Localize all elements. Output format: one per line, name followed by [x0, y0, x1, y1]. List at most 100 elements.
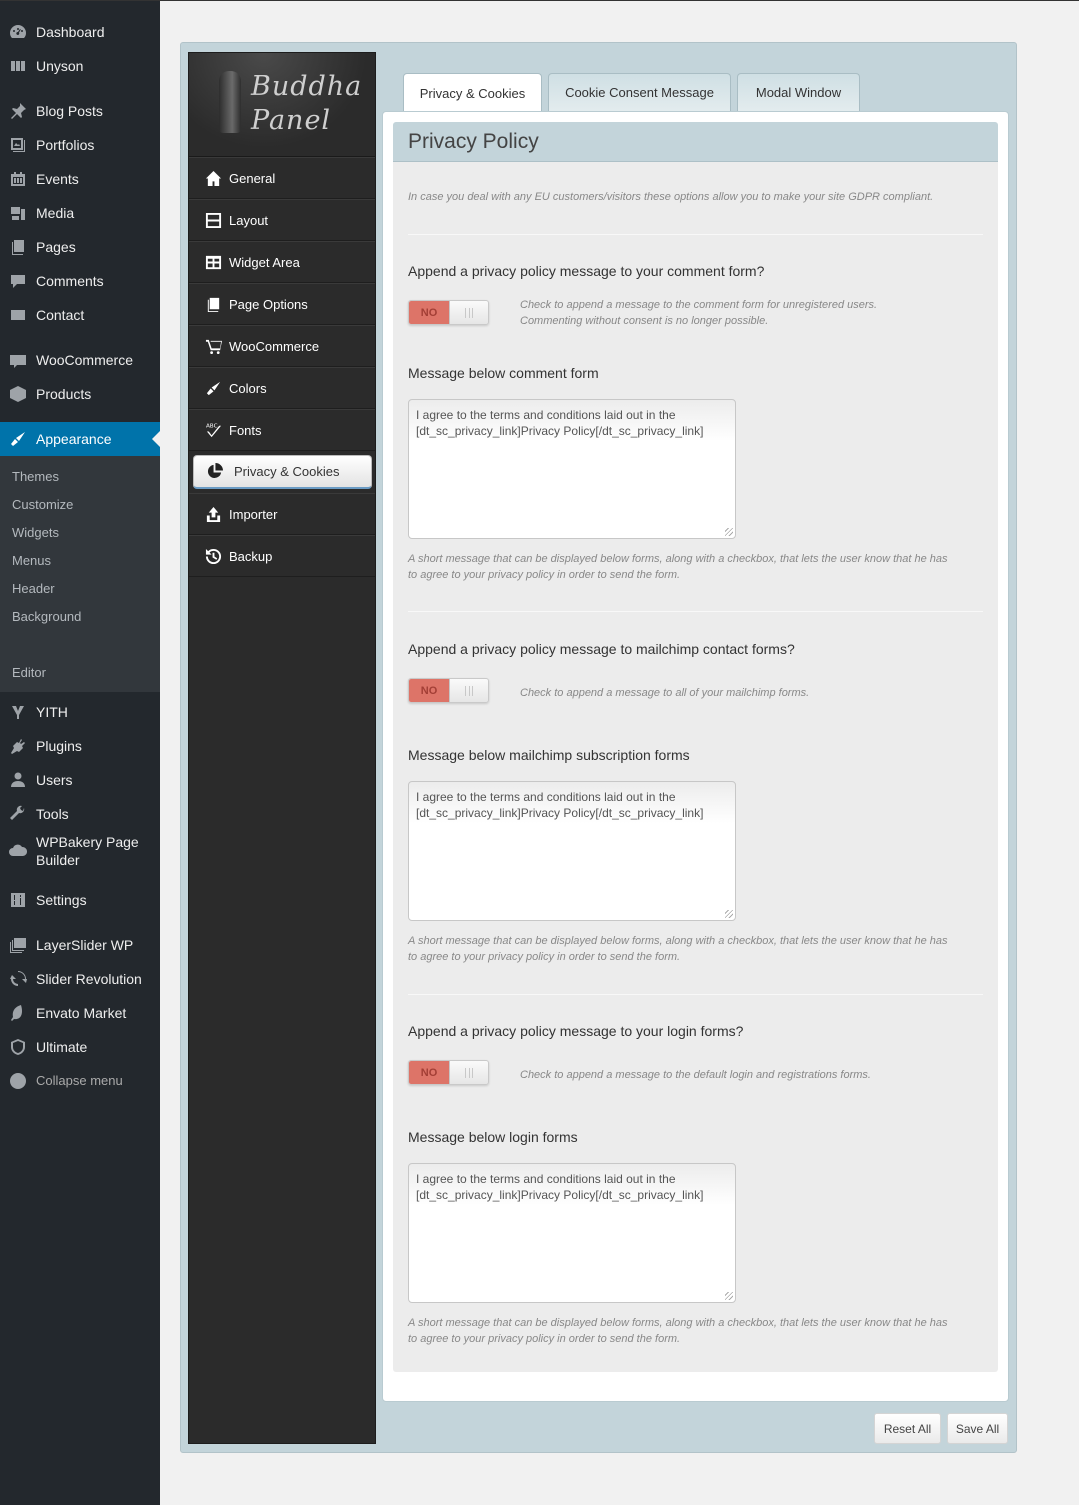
- submenu-header[interactable]: Header: [12, 581, 55, 596]
- section-header: Privacy Policy: [393, 122, 998, 162]
- help-line: A short message that can be displayed be…: [408, 553, 948, 565]
- plugin-icon: [0, 737, 36, 755]
- wp-menu-label: Blog Posts: [36, 103, 103, 119]
- panel-nav-fonts[interactable]: ABC Fonts: [189, 409, 375, 451]
- intro-text: In case you deal with any EU customers/v…: [408, 191, 934, 203]
- wp-menu-item-appearance[interactable]: Appearance: [0, 422, 160, 456]
- wp-menu-item-comments[interactable]: Comments: [0, 264, 160, 298]
- wp-menu-item-wpbakery-page-builder[interactable]: WPBakery Page Builder: [0, 831, 160, 871]
- home-icon: [189, 170, 227, 187]
- resize-handle-icon[interactable]: [725, 1292, 733, 1300]
- panel-nav-backup[interactable]: Backup: [189, 535, 375, 577]
- save-all-button[interactable]: Save All: [947, 1413, 1008, 1444]
- panel-nav-privacy-cookies[interactable]: Privacy & Cookies: [193, 455, 372, 489]
- wp-menu-label: Plugins: [36, 738, 82, 754]
- panel-nav-widget-area[interactable]: Widget Area: [189, 241, 375, 283]
- panel-nav-importer[interactable]: Importer: [189, 493, 375, 535]
- mailchimp-message-textarea[interactable]: I agree to the terms and conditions laid…: [408, 781, 736, 921]
- mailchimp-message-help: A short message that can be displayed be…: [408, 933, 948, 965]
- wp-menu-item-contact[interactable]: Contact: [0, 298, 160, 332]
- reset-all-button[interactable]: Reset All: [874, 1413, 941, 1444]
- wp-menu-item-layerslider-wp[interactable]: LayerSlider WP: [0, 928, 160, 962]
- wp-menu-item-portfolios[interactable]: Portfolios: [0, 128, 160, 162]
- comment-form-message-label: Message below comment form: [408, 365, 599, 381]
- wp-menu-label: Contact: [36, 307, 85, 323]
- submenu-themes[interactable]: Themes: [12, 469, 59, 484]
- comment-form-toggle-help: Check to append a message to the comment…: [520, 297, 877, 329]
- svg-text:ABC: ABC: [205, 423, 217, 429]
- panel-nav-label: General: [229, 170, 276, 186]
- wp-menu-item-users[interactable]: Users: [0, 763, 160, 797]
- wp-menu-label: LayerSlider WP: [36, 937, 134, 953]
- wp-menu-item-dashboard[interactable]: Dashboard: [0, 15, 160, 49]
- panel-nav-woocommerce[interactable]: WooCommerce: [189, 325, 375, 367]
- login-form-message-label: Message below login forms: [408, 1129, 578, 1145]
- mailchimp-toggle[interactable]: NO: [408, 678, 489, 703]
- wp-menu-item-plugins[interactable]: Plugins: [0, 729, 160, 763]
- wp-menu-item-ultimate[interactable]: Ultimate: [0, 1030, 160, 1064]
- wp-menu-item-slider-revolution[interactable]: Slider Revolution: [0, 962, 160, 996]
- wp-menu-item-pages[interactable]: Pages: [0, 230, 160, 264]
- paintbrush-icon: [189, 380, 227, 397]
- wp-menu-item-woocommerce[interactable]: WooCommerce: [0, 343, 160, 377]
- submenu-customize[interactable]: Customize: [12, 497, 73, 512]
- panel-nav-label: Fonts: [229, 422, 262, 438]
- submenu-widgets[interactable]: Widgets: [12, 525, 59, 540]
- tab-privacy-cookies[interactable]: Privacy & Cookies: [403, 73, 542, 113]
- panel-nav-label: Privacy & Cookies: [234, 464, 340, 479]
- submenu-menus[interactable]: Menus: [12, 553, 51, 568]
- panel-nav-page-options[interactable]: Page Options: [189, 283, 375, 325]
- pie-chart-icon: [194, 463, 228, 480]
- mailchimp-question: Append a privacy policy message to mailc…: [408, 641, 795, 657]
- help-line: Commenting without consent is no longer …: [520, 315, 769, 327]
- resize-handle-icon[interactable]: [725, 910, 733, 918]
- comment-form-message-textarea[interactable]: I agree to the terms and conditions laid…: [408, 399, 736, 539]
- wp-menu-item-products[interactable]: Products: [0, 377, 160, 411]
- panel-nav-label: Layout: [229, 212, 269, 228]
- user-icon: [0, 771, 36, 789]
- wp-menu-item-collapse-menu[interactable]: Collapse menu: [0, 1064, 160, 1098]
- wp-menu-item-blog-posts[interactable]: Blog Posts: [0, 94, 160, 128]
- help-line: to agree to your privacy policy in order…: [408, 569, 681, 581]
- wp-menu-label: Collapse menu: [36, 1073, 123, 1088]
- wp-menu-label: Slider Revolution: [36, 971, 142, 987]
- widget-icon: [189, 254, 227, 271]
- panel-nav-label: WooCommerce: [229, 338, 320, 354]
- spellcheck-icon: ABC: [189, 422, 227, 439]
- wp-menu-item-yith[interactable]: YITH: [0, 695, 160, 729]
- pages-icon: [0, 238, 36, 256]
- help-line: to agree to your privacy policy in order…: [408, 951, 681, 963]
- wp-menu-label: Comments: [36, 273, 104, 289]
- layout-icon: [189, 212, 227, 229]
- panel-nav-label: Widget Area: [229, 254, 300, 270]
- login-form-message-textarea[interactable]: I agree to the terms and conditions laid…: [408, 1163, 736, 1303]
- tab-modal-window[interactable]: Modal Window: [737, 73, 860, 111]
- panel-nav-general[interactable]: General: [189, 157, 375, 199]
- resize-handle-icon[interactable]: [725, 528, 733, 536]
- portfolio-icon: [0, 136, 36, 154]
- wp-menu-item-media[interactable]: Media: [0, 196, 160, 230]
- wp-menu-item-settings[interactable]: Settings: [0, 883, 160, 917]
- login-form-toggle[interactable]: NO: [408, 1060, 489, 1085]
- buddha-head-icon: [219, 71, 241, 133]
- divider: [408, 611, 983, 612]
- panel-nav-label: Page Options: [229, 296, 308, 312]
- wp-menu-item-events[interactable]: Events: [0, 162, 160, 196]
- submenu-background[interactable]: Background: [12, 609, 81, 624]
- comment-form-toggle[interactable]: NO: [408, 300, 489, 325]
- wp-menu-item-unyson[interactable]: Unyson: [0, 49, 160, 83]
- comment-form-question: Append a privacy policy message to your …: [408, 263, 765, 279]
- wp-menu-item-envato-market[interactable]: Envato Market: [0, 996, 160, 1030]
- dashboard-icon: [0, 23, 36, 41]
- wp-menu-label: Events: [36, 171, 79, 187]
- yith-icon: [0, 703, 36, 721]
- divider: [408, 234, 983, 235]
- submenu-editor[interactable]: Editor: [12, 665, 46, 680]
- tab-cookie-consent-message[interactable]: Cookie Consent Message: [548, 73, 731, 111]
- panel-nav-colors[interactable]: Colors: [189, 367, 375, 409]
- panel-nav-layout[interactable]: Layout: [189, 199, 375, 241]
- divider: [408, 994, 983, 995]
- wp-menu-item-tools[interactable]: Tools: [0, 797, 160, 831]
- panel-navigation: Buddha Panel General Layout Widget Area Pag…: [188, 52, 376, 1444]
- wp-menu-label: Appearance: [36, 431, 112, 447]
